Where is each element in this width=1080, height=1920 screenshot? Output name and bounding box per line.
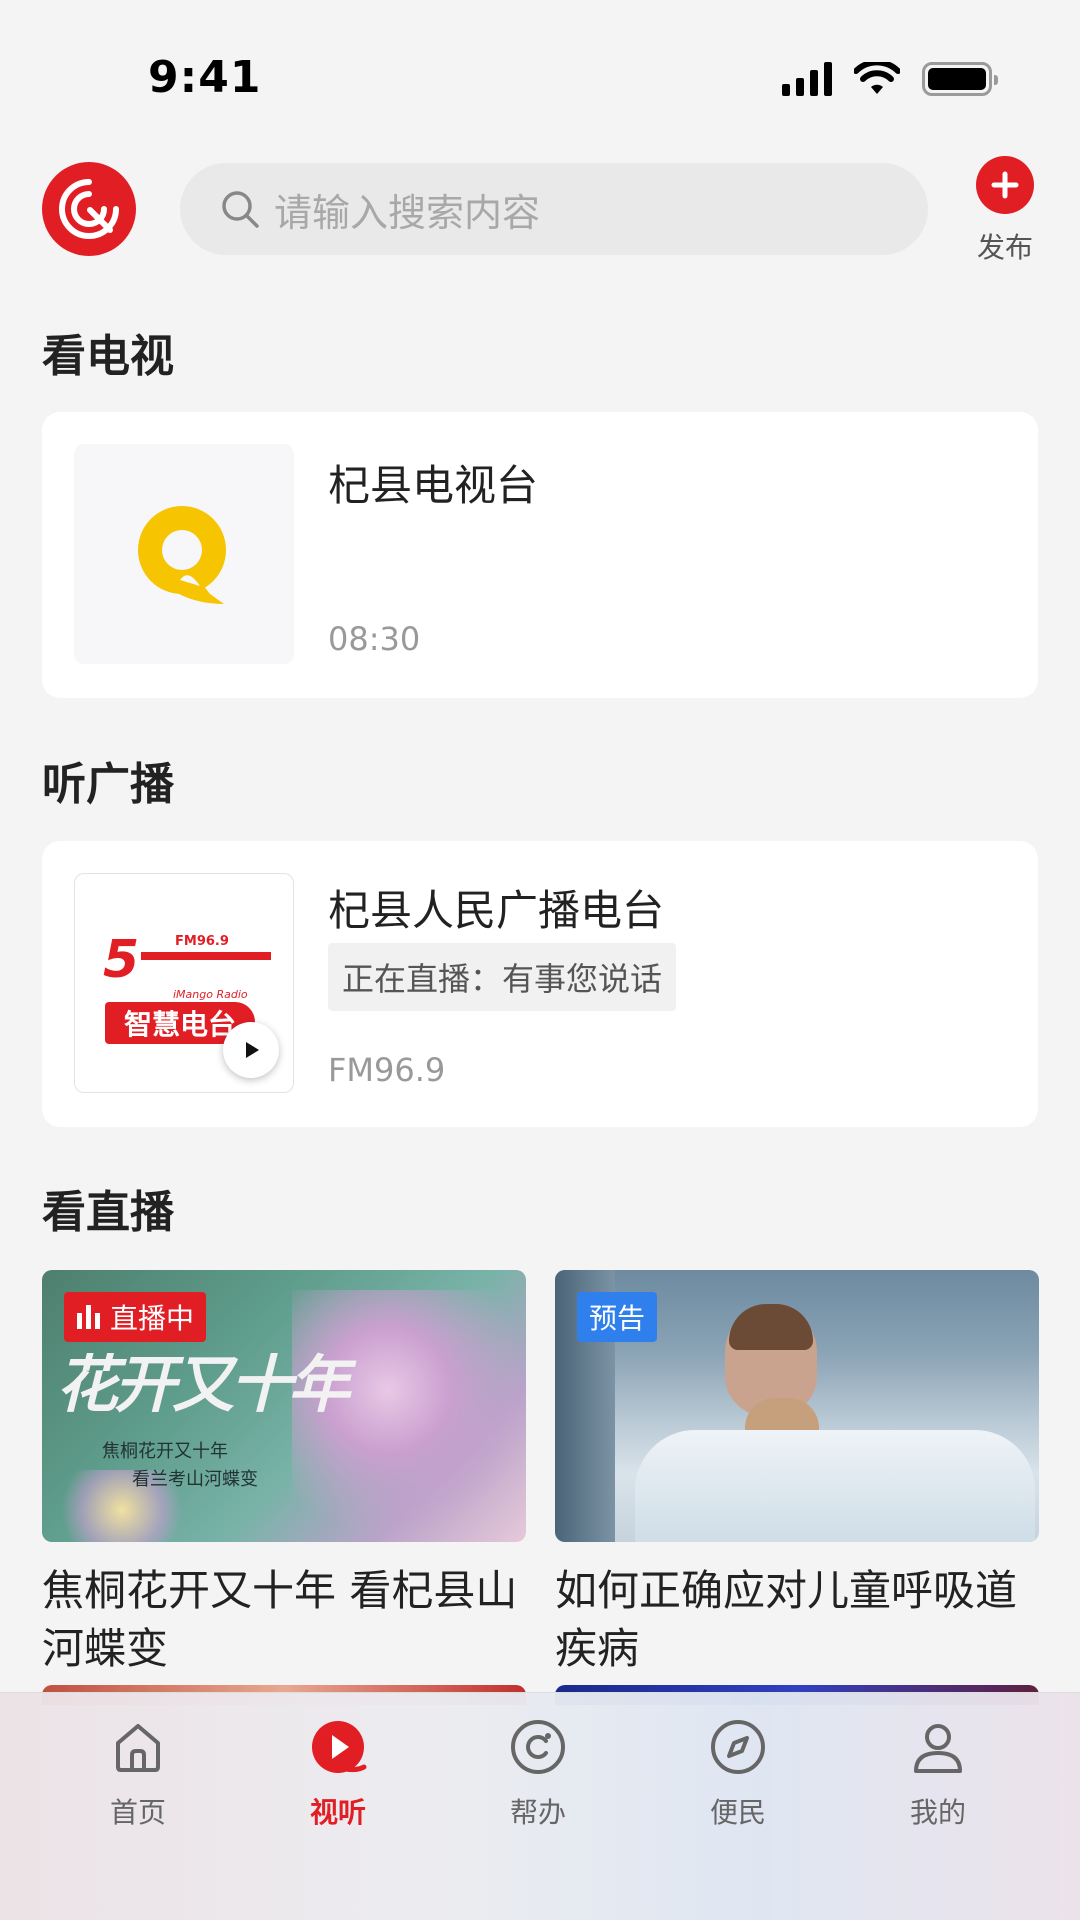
live-badge-label: 直播中 — [110, 1302, 195, 1335]
radio-logo-sub: iMango Radio — [173, 988, 248, 1001]
live-card-title-1: 焦桐花开又十年 看杞县山河蝶变 — [42, 1566, 518, 1673]
radio-logo-fm: FM96.9 — [175, 934, 229, 949]
tab-media-label: 视听 — [309, 1796, 366, 1829]
tv-channel-time: 08:30 — [328, 620, 421, 658]
tab-home-label: 首页 — [109, 1796, 166, 1829]
tab-profile[interactable]: 我的 — [878, 1717, 998, 1831]
now-playing-tag: 正在直播：有事您说话 — [328, 943, 677, 1011]
section-title-tv: 看电视 — [42, 331, 174, 382]
tab-services[interactable]: 便民 — [678, 1717, 798, 1831]
tab-media[interactable]: 视听 — [278, 1717, 398, 1831]
tab-services-label: 便民 — [709, 1796, 766, 1829]
radio-station-logo: FM96.9 5 iMango Radio 智慧电台 — [74, 873, 294, 1093]
tab-help-label: 帮办 — [509, 1796, 566, 1829]
battery-icon — [922, 62, 998, 96]
live-badge: 直播中 — [64, 1292, 207, 1342]
publish-button[interactable]: 发布 — [964, 152, 1046, 266]
live-card-title-2: 如何正确应对儿童呼吸道疾病 — [555, 1566, 1018, 1673]
wifi-icon — [854, 62, 900, 94]
bottom-tab-bar: 首页 视听 帮办 便民 我的 — [0, 1692, 1080, 1920]
tv-channel-card[interactable]: 杞县电视台 08:30 — [42, 412, 1038, 698]
tab-help[interactable]: 帮办 — [478, 1717, 598, 1831]
preview-badge: 预告 — [577, 1292, 658, 1342]
play-icon — [312, 1721, 367, 1773]
poster-caption-line1: 焦桐花开又十年 — [102, 1441, 228, 1462]
search-icon — [222, 191, 259, 228]
radio-station-card[interactable]: FM96.9 5 iMango Radio 智慧电台 杞县人民广播电台 正在直播… — [42, 841, 1038, 1127]
radio-logo-bar — [141, 952, 271, 960]
live-thumbnail-2: 预告 — [555, 1270, 1039, 1542]
tv-channel-name: 杞县电视台 — [328, 461, 539, 510]
help-icon — [511, 1720, 565, 1774]
live-card-2[interactable]: 预告 如何正确应对儿童呼吸道疾病 — [555, 1270, 1039, 1678]
publish-label: 发布 — [976, 231, 1033, 264]
app-logo-icon — [59, 179, 119, 239]
compass-icon — [711, 1720, 765, 1774]
status-icons — [782, 62, 998, 96]
status-bar: 9:41 — [0, 0, 1080, 150]
tv-channel-logo — [74, 444, 294, 664]
live-card-1[interactable]: 花开又十年 焦桐花开又十年 看兰考山河蝶变 直播中 焦桐花开又十年 看杞县山河蝶… — [42, 1270, 526, 1678]
status-time: 9:41 — [148, 52, 262, 103]
tab-home[interactable]: 首页 — [78, 1717, 198, 1831]
radio-logo-mark: 5 — [103, 930, 140, 990]
radio-frequency: FM96.9 — [328, 1051, 446, 1089]
live-thumbnail-1: 花开又十年 焦桐花开又十年 看兰考山河蝶变 直播中 — [42, 1270, 526, 1542]
section-title-radio: 听广播 — [42, 759, 174, 810]
blanket-decoration — [635, 1430, 1035, 1542]
radio-station-name: 杞县人民广播电台 — [328, 886, 665, 935]
cellular-signal-icon — [782, 62, 832, 96]
poster-title: 花开又十年 — [56, 1348, 350, 1421]
poster-caption: 焦桐花开又十年 看兰考山河蝶变 — [102, 1438, 258, 1494]
search-placeholder: 请输入搜索内容 — [274, 190, 541, 235]
app-logo[interactable] — [42, 162, 136, 256]
tv-logo-icon — [138, 506, 226, 604]
plus-icon — [976, 156, 1034, 214]
play-icon[interactable] — [223, 1022, 279, 1078]
user-icon — [914, 1724, 962, 1773]
live-bars-icon — [77, 1305, 100, 1329]
section-title-live: 看直播 — [42, 1187, 174, 1238]
search-bar[interactable]: 请输入搜索内容 — [180, 163, 928, 255]
poster-caption-line2: 看兰考山河蝶变 — [132, 1469, 258, 1490]
home-icon — [116, 1724, 160, 1772]
tab-profile-label: 我的 — [909, 1796, 966, 1829]
hair-decoration — [729, 1304, 813, 1350]
